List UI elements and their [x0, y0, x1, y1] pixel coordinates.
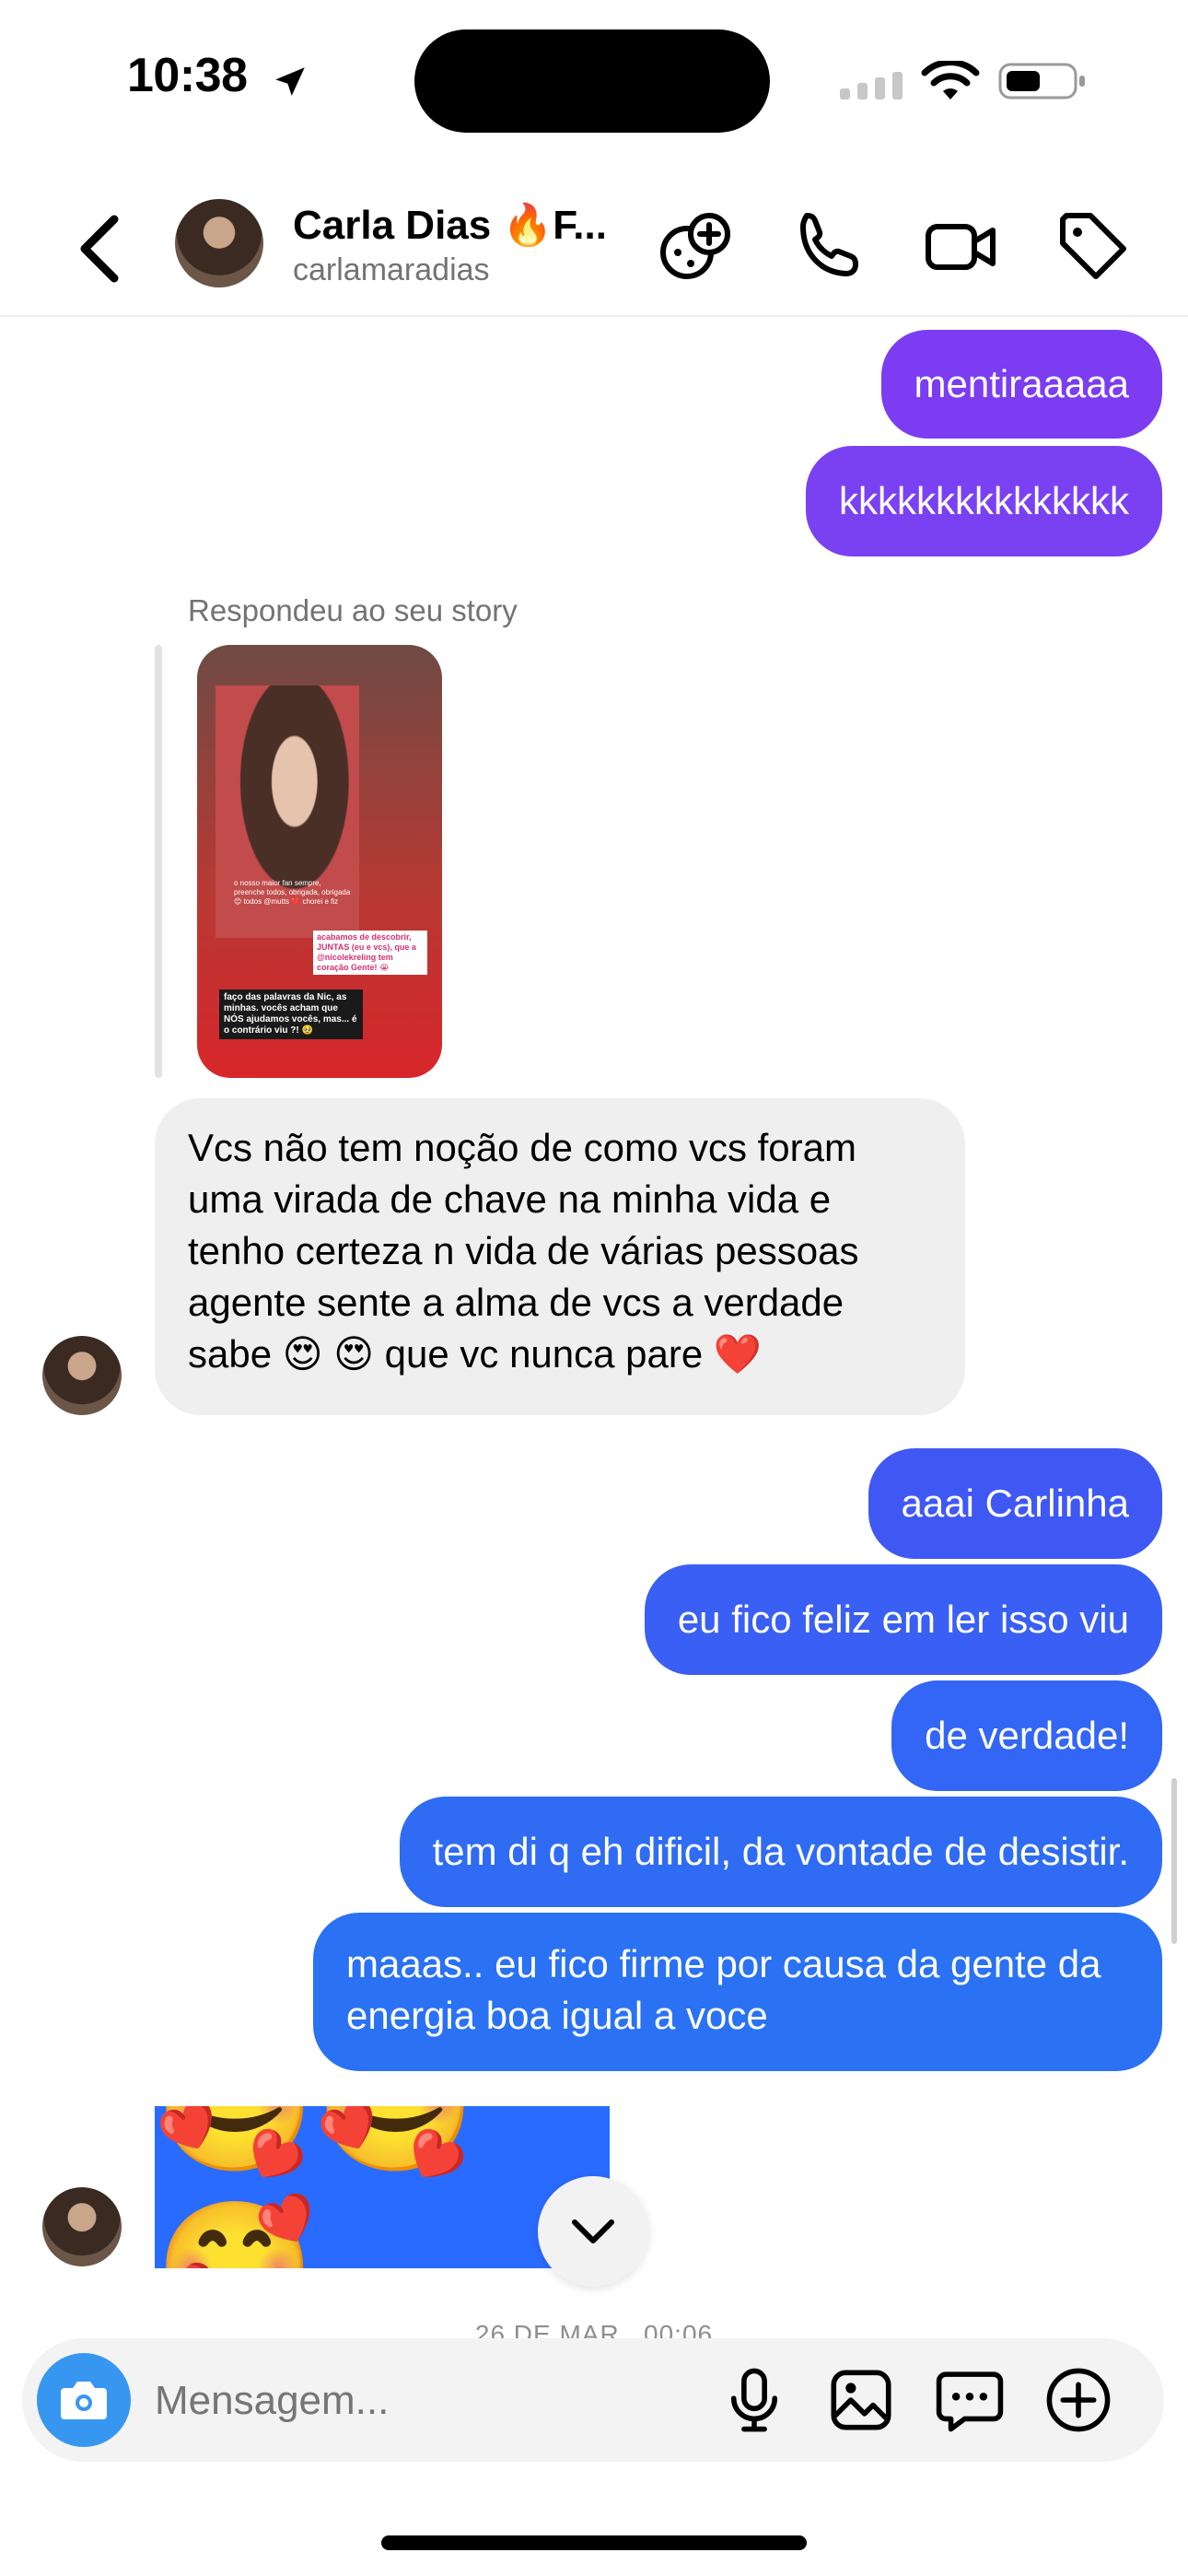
scrollbar[interactable]	[1171, 1778, 1177, 1944]
message-bubble-outgoing[interactable]: kkkkkkkkkkkkkkk	[806, 446, 1162, 556]
add-plus-icon[interactable]	[1042, 2364, 1114, 2436]
date-separator: 26 DE MAR., 00:06	[474, 2320, 714, 2340]
message-bubble-outgoing[interactable]: maaas.. eu fico firme por causa da gente…	[313, 1913, 1162, 2071]
story-caption-pink: acabamos de descobrir, JUNTAS (eu e vcs)…	[313, 931, 427, 975]
message-composer	[22, 2338, 1164, 2462]
camera-icon	[61, 2382, 107, 2419]
status-time: 10:38	[127, 49, 248, 102]
camera-button[interactable]	[37, 2353, 131, 2447]
chevron-down-icon	[572, 2219, 614, 2243]
message-bubble-outgoing[interactable]: mentiraaaaa	[880, 330, 1162, 439]
video-call-icon[interactable]	[923, 208, 1000, 286]
story-caption-dark: faço das palavras da Nic, as minhas. voc…	[219, 989, 363, 1039]
story-caption-small: o nosso maior fan sempre, preenche todos…	[234, 879, 351, 906]
location-arrow-icon	[275, 67, 305, 96]
message-input[interactable]	[155, 2371, 670, 2430]
sticker-message-icon[interactable]	[934, 2364, 1006, 2436]
story-reply-label: Respondeu ao seu story	[188, 593, 518, 627]
dynamic-island	[414, 29, 770, 133]
story-thumbnail[interactable]: o nosso maior fan sempre, preenche todos…	[197, 645, 442, 1078]
home-indicator	[381, 2535, 807, 2550]
microphone-icon[interactable]	[718, 2364, 790, 2436]
cellular-signal-icon	[840, 72, 903, 100]
reply-quote-bar	[155, 645, 162, 1078]
message-bubble-outgoing[interactable]: tem di q eh dificil, da vontade de desis…	[399, 1797, 1162, 1907]
contact-username[interactable]: carlamaradias	[293, 252, 490, 288]
sender-avatar[interactable]	[42, 1336, 122, 1415]
sender-avatar[interactable]	[42, 2187, 122, 2266]
message-bubble-incoming[interactable]: Vcs não tem noção de como vcs foram uma …	[155, 1098, 965, 1415]
battery-icon	[998, 63, 1085, 100]
message-bubble-outgoing[interactable]: de verdade!	[891, 1680, 1162, 1791]
back-chevron-icon[interactable]	[74, 212, 129, 286]
message-bubble-outgoing[interactable]: eu fico feliz em ler isso viu	[644, 1564, 1162, 1675]
chat-header: Carla Dias 🔥F... carlamaradias	[0, 184, 1188, 317]
tag-icon[interactable]	[1055, 208, 1133, 286]
contact-avatar[interactable]	[175, 199, 263, 287]
phone-call-icon[interactable]	[790, 208, 868, 286]
effects-add-icon[interactable]	[658, 208, 735, 286]
contact-name[interactable]: Carla Dias 🔥F...	[293, 201, 634, 249]
wifi-icon	[921, 61, 980, 100]
gallery-image-icon[interactable]	[825, 2364, 897, 2436]
message-bubble-outgoing[interactable]: aaai Carlinha	[868, 1448, 1162, 1559]
instagram-direct-chat: 10:38 Carla Dias 🔥F... carlamaradias men…	[0, 0, 1188, 2576]
scroll-to-bottom-button[interactable]	[538, 2176, 648, 2287]
